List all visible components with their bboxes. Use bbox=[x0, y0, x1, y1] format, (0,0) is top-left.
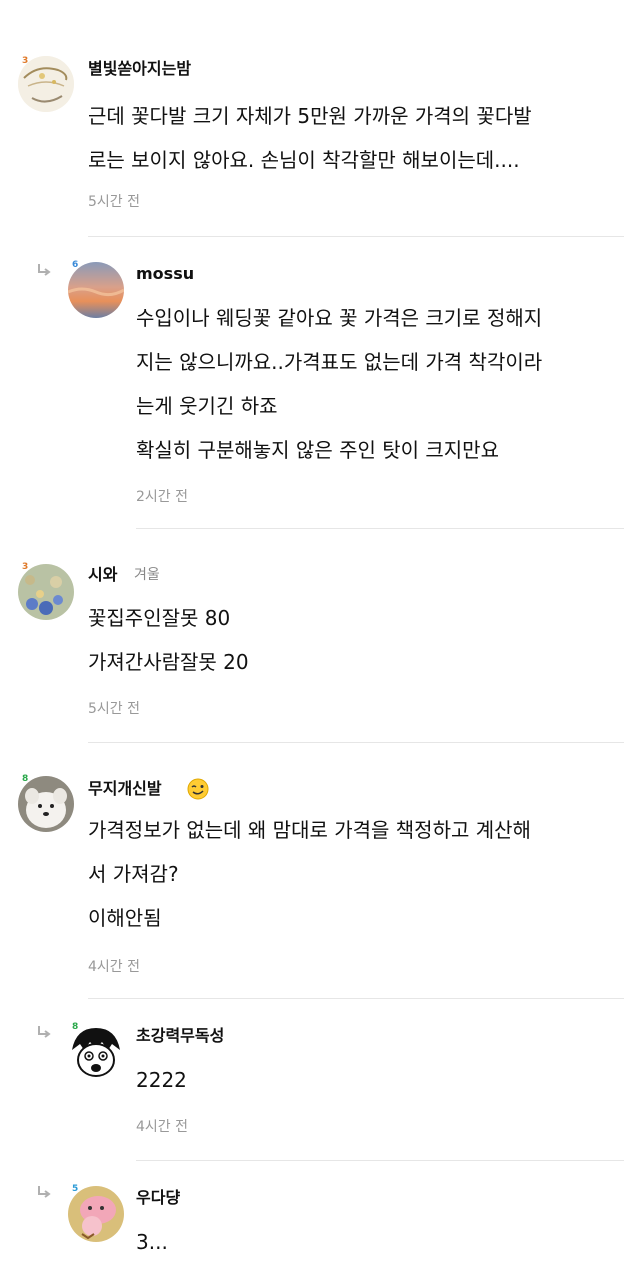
comment-text-line: 3... bbox=[136, 1230, 168, 1254]
avatar[interactable] bbox=[18, 56, 74, 112]
comment-timestamp: 5시간 전 bbox=[88, 194, 140, 210]
comment-text-line: 로는 보이지 않아요. 손님이 착각할만 해보이는데.... bbox=[88, 148, 520, 172]
avatar[interactable] bbox=[68, 262, 124, 318]
comment-text-line: 지는 않으니까요..가격표도 없는데 가격 착각이라 bbox=[136, 350, 543, 374]
avatar[interactable] bbox=[18, 564, 74, 620]
comment-text-line: 근데 꽃다발 크기 자체가 5만원 가까운 가격의 꽃다발 bbox=[88, 104, 532, 128]
reply-arrow-icon bbox=[38, 1026, 51, 1038]
comment-timestamp: 4시간 전 bbox=[136, 1119, 188, 1135]
divider bbox=[88, 236, 624, 237]
avatar[interactable] bbox=[68, 1186, 124, 1242]
comment-text-line: 수입이나 웨딩꽃 같아요 꽃 가격은 크기로 정해지 bbox=[136, 306, 543, 330]
comment-text-line: 꽃집주인잘못 80 bbox=[88, 606, 231, 630]
reply-arrow-icon bbox=[38, 1186, 51, 1198]
sunset-sky-avatar-icon bbox=[68, 262, 124, 318]
divider bbox=[136, 528, 624, 529]
flower-field-avatar-icon bbox=[18, 564, 74, 620]
white-dog-avatar-icon bbox=[18, 776, 74, 832]
author-name[interactable]: mossu bbox=[136, 264, 194, 284]
divider bbox=[88, 998, 624, 999]
sparkle-sketch-avatar-icon bbox=[18, 56, 74, 112]
reply-arrow-icon bbox=[38, 264, 51, 276]
winking-face-icon bbox=[187, 778, 209, 800]
comment-text-line: 확실히 구분해놓지 않은 주인 탓이 크지만요 bbox=[136, 438, 499, 462]
cartoon-face-avatar-icon bbox=[68, 1024, 124, 1080]
comment-text-line: 는게 웃기긴 하죠 bbox=[136, 394, 278, 418]
author-name[interactable]: 우다댱 bbox=[136, 1188, 180, 1208]
author-name[interactable]: 무지개신발 bbox=[88, 779, 162, 799]
author-name[interactable]: 초강력무독성 bbox=[136, 1026, 224, 1046]
comment-timestamp: 2시간 전 bbox=[136, 489, 188, 505]
author-name[interactable]: 시와 bbox=[88, 565, 117, 585]
comment-text-line: 가격정보가 없는데 왜 맘대로 가격을 책정하고 계산해 bbox=[88, 818, 531, 842]
comment-text-line: 가져간사람잘못 20 bbox=[88, 650, 249, 674]
comment-text-line: 서 가져감? bbox=[88, 862, 179, 886]
comment-text-line: 2222 bbox=[136, 1068, 187, 1092]
comment-text-line: 이해안됨 bbox=[88, 906, 162, 930]
pink-cartoon-avatar-icon bbox=[68, 1186, 124, 1242]
comment-timestamp: 5시간 전 bbox=[88, 701, 140, 717]
author-name[interactable]: 별빛쏟아지는밤 bbox=[88, 59, 191, 79]
avatar[interactable] bbox=[18, 776, 74, 832]
divider bbox=[88, 742, 624, 743]
comment-timestamp: 4시간 전 bbox=[88, 959, 140, 975]
avatar[interactable] bbox=[68, 1024, 124, 1080]
user-tag: 겨울 bbox=[134, 567, 160, 583]
divider bbox=[136, 1160, 624, 1161]
